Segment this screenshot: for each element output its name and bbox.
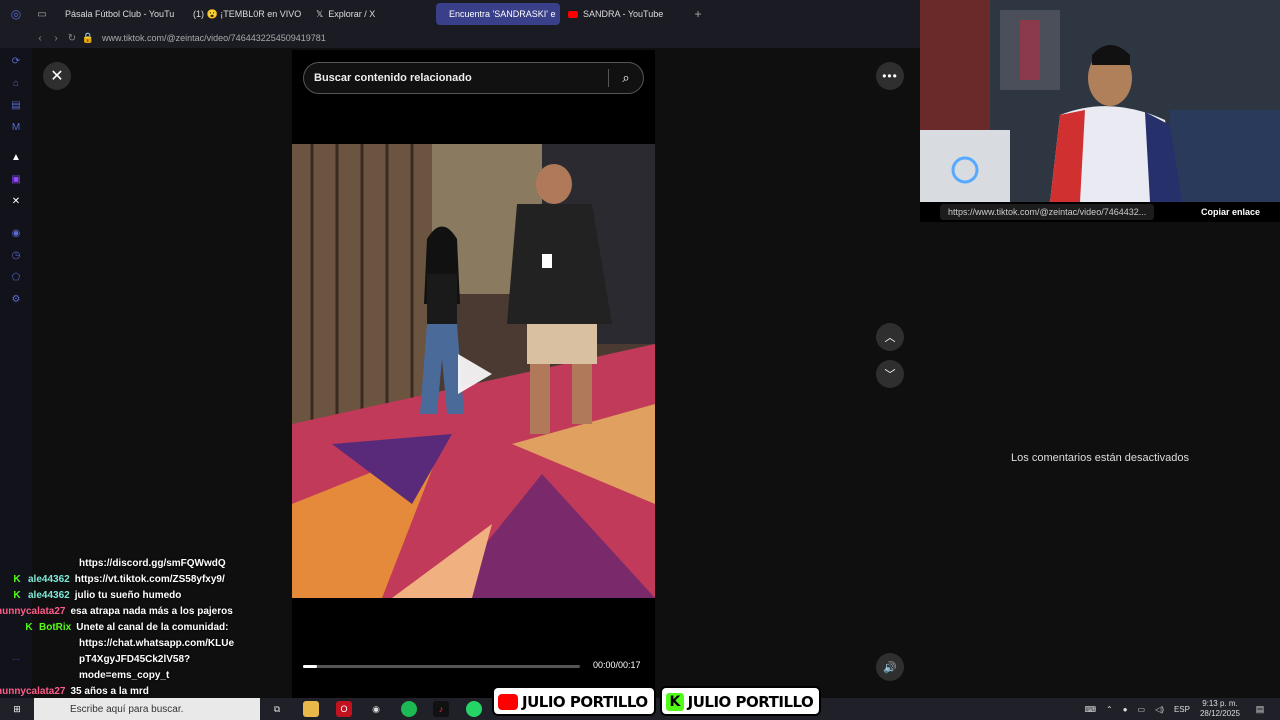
speed-dial-icon[interactable]: ⟳	[10, 56, 22, 68]
keyboard-icon[interactable]: ⌨	[1084, 705, 1096, 714]
kick-icon[interactable]: ▲	[10, 152, 22, 164]
next-video-button[interactable]: ﹀	[876, 360, 904, 388]
network-icon[interactable]: ▭	[1138, 705, 1146, 714]
streamer-name-banner: JULIO PORTILLO K JULIO PORTILLO	[492, 686, 822, 716]
tab-sandra-youtube[interactable]: SANDRA - YouTube	[560, 3, 688, 25]
comments-disabled-text: Los comentarios están desactivados	[1011, 452, 1189, 464]
vpn-icon[interactable]: ⌂	[10, 78, 22, 90]
share-link-bar: https://www.tiktok.com/@zeintac/video/74…	[940, 202, 1260, 222]
extensions-icon[interactable]: ⬠	[10, 272, 22, 284]
browser-tabbar: ◎ ▭ Pásala Fútbol Club - YouTu (1) 😮 ¡TE…	[0, 0, 920, 28]
player-icon[interactable]: ◉	[10, 228, 22, 240]
chat-message: mode=ems_copy_t	[79, 670, 170, 681]
obs-icon[interactable]: ◉	[368, 701, 384, 717]
clock[interactable]: 9:13 p. m. 28/12/2025	[1200, 699, 1240, 719]
notifications-icon[interactable]: ▤	[1252, 701, 1268, 717]
chevron-up-icon[interactable]: ⌃	[1106, 705, 1113, 714]
chat-message: K BotRix Unete al canal de la comunidad:	[0, 620, 290, 636]
kick-badge-icon: K	[13, 574, 21, 585]
whatsapp-icon[interactable]	[466, 701, 482, 717]
forward-icon[interactable]: ›	[48, 33, 64, 44]
lock-icon: 🔒	[81, 32, 95, 44]
tiktok-app-icon[interactable]: ♪	[433, 701, 449, 717]
settings-gear-icon[interactable]: ⚙	[10, 294, 22, 306]
share-url[interactable]: https://www.tiktok.com/@zeintac/video/74…	[940, 204, 1155, 220]
spotify-icon[interactable]	[401, 701, 417, 717]
kick-badge-icon: K	[13, 590, 21, 601]
related-search-input[interactable]: Buscar contenido relacionado ⌕	[303, 62, 644, 94]
chat-message: Kale44362 https://vt.tiktok.com/ZS58yfxy9…	[0, 572, 290, 588]
previous-video-button[interactable]: ︿	[876, 323, 904, 351]
volume-icon[interactable]: 🔊	[876, 653, 904, 681]
close-button[interactable]: ✕	[43, 62, 71, 90]
reload-icon[interactable]: ↻	[64, 33, 80, 44]
youtube-logo-icon	[498, 694, 518, 710]
copy-link-button[interactable]: Copiar enlace	[1201, 207, 1260, 217]
tab-tiktok-search[interactable]: Encuentra 'SANDRASKI' e	[436, 3, 560, 25]
kick-name-badge: K JULIO PORTILLO	[659, 686, 822, 716]
twitch-icon[interactable]: ▣	[10, 174, 22, 186]
taskbar-search-input[interactable]: Escribe aquí para buscar.	[34, 698, 260, 720]
chat-message: https://chat.whatsapp.com/KLUe	[79, 638, 235, 649]
windows-start-icon[interactable]: ⊞	[9, 701, 25, 717]
search-placeholder: Buscar contenido relacionado	[314, 72, 472, 84]
language-indicator[interactable]: ESP	[1174, 705, 1190, 714]
chat-message: Kale44362 julio tu sueño humedo	[0, 588, 290, 604]
task-view-icon[interactable]: ⧉	[269, 701, 285, 717]
chat-message: https://discord.gg/smFQWwdQ	[79, 558, 226, 569]
file-explorer-icon[interactable]	[303, 701, 319, 717]
play-icon[interactable]	[458, 354, 492, 394]
mail-icon[interactable]: M	[10, 122, 22, 134]
tab-explorar-x[interactable]: 𝕏 Explorar / X	[308, 3, 436, 25]
x-sidebar-icon[interactable]: ✕	[10, 196, 22, 208]
youtube-name-badge: JULIO PORTILLO	[492, 686, 656, 716]
streamer-webcam	[920, 0, 1280, 202]
tab-temblor[interactable]: (1) 😮 ¡TEMBL0R en VIVO	[180, 3, 308, 25]
new-tab-button[interactable]: +	[688, 7, 708, 21]
tab-manager-icon[interactable]: ▭	[32, 9, 52, 20]
history-icon[interactable]: ◷	[10, 250, 22, 262]
system-tray: ⌨ ⌃ ● ▭ ◁) ESP 9:13 p. m. 28/12/2025	[1084, 698, 1240, 720]
video-time: 00:00/00:17	[593, 660, 641, 670]
kick-logo-icon: K	[665, 693, 684, 711]
back-icon[interactable]: ‹	[32, 33, 48, 44]
stream-chat-overlay: https://discord.gg/smFQWwdQ Kale44362 htt…	[0, 556, 290, 700]
browser-logo-icon[interactable]: ◎	[0, 7, 32, 21]
microphone-icon[interactable]: ●	[1123, 705, 1128, 714]
tab-pasala[interactable]: Pásala Fútbol Club - YouTu	[52, 3, 180, 25]
url-field[interactable]: www.tiktok.com/@zeintac/video/7464432254…	[102, 33, 326, 43]
opera-icon[interactable]: O	[336, 701, 352, 717]
speaker-icon[interactable]: ◁)	[1155, 705, 1164, 714]
search-icon[interactable]: ⌕	[609, 70, 643, 86]
chat-message: hunnycalata27 esa atrapa nada más a los p…	[0, 606, 233, 617]
x-icon: 𝕏	[316, 8, 324, 19]
webcam-image	[920, 0, 1280, 202]
kick-badge-icon: K	[25, 622, 33, 633]
address-bar: ‹ › ↻ 🔒 www.tiktok.com/@zeintac/video/74…	[0, 28, 920, 48]
chat-message: pT4XgyJFD45Ck2lV58?	[79, 654, 191, 665]
youtube-icon	[568, 10, 578, 18]
video-progress-bar[interactable]	[303, 665, 580, 668]
more-options-button[interactable]: •••	[876, 62, 904, 90]
progress-fill	[303, 665, 317, 668]
wallet-icon[interactable]: ▤	[10, 100, 22, 112]
